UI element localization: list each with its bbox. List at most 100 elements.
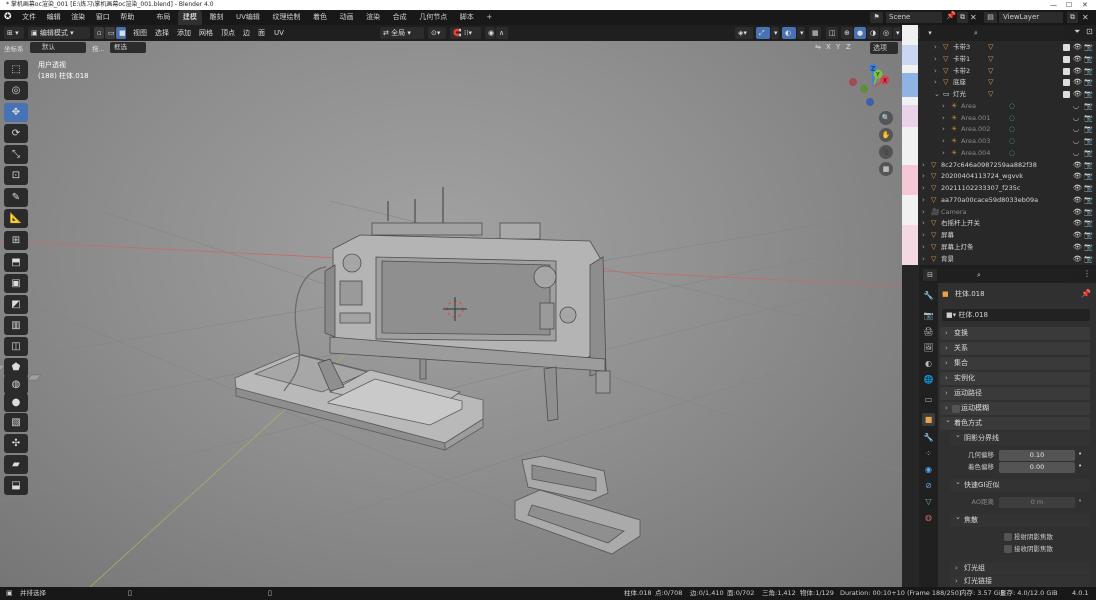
options-dropdown[interactable]: 选项 [870, 42, 898, 54]
constraints-tab-icon[interactable]: ⊘ [922, 479, 935, 492]
select-box-tool-icon[interactable]: ⬚ [4, 60, 28, 79]
menu-select[interactable]: 选择 [155, 27, 169, 39]
face-select-icon[interactable]: ■ [116, 27, 126, 39]
properties-search-input[interactable]: ⌕ [973, 269, 1073, 281]
exclude-checkbox[interactable] [1063, 79, 1070, 87]
render-camera-icon[interactable]: 📷 [1084, 183, 1093, 195]
measure-tool-icon[interactable]: 📐 [4, 209, 28, 228]
visibility-eye-icon[interactable]: 👁 [1073, 89, 1082, 101]
tab-rendering[interactable]: 渲染 [361, 10, 385, 25]
visibility-eye-icon[interactable]: ◡ [1073, 136, 1079, 148]
expand-arrow-icon[interactable]: › [922, 183, 925, 195]
collection-tab-icon[interactable]: ▭ [922, 393, 935, 406]
pin-icon[interactable]: 📌 [946, 11, 956, 20]
data-tab-icon[interactable]: ▽ [922, 495, 935, 508]
expand-arrow-icon[interactable]: › [942, 136, 945, 148]
vertex-select-icon[interactable]: ▫ [94, 27, 104, 39]
outliner-row[interactable]: › ☀ Area ◌ ◡ 📷 [902, 101, 1096, 113]
shading-wireframe-icon[interactable]: ⊕ [841, 27, 853, 39]
tab-compositing[interactable]: 合成 [388, 10, 412, 25]
outliner-row[interactable]: › ▽ 卡带2 ▽ 👁 📷 [902, 66, 1096, 78]
outliner-row[interactable]: › ▽ 屏幕 👁 📷 [902, 230, 1096, 242]
render-camera-icon[interactable]: 📷 [1084, 54, 1093, 66]
view-layer-tab-icon[interactable]: 🖼 [922, 341, 935, 354]
new-scene-icon[interactable]: ⧉ [957, 12, 968, 23]
render-camera-icon[interactable]: 📷 [1084, 66, 1093, 78]
render-camera-icon[interactable]: 📷 [1084, 77, 1093, 89]
render-camera-icon[interactable]: 📷 [1084, 89, 1093, 101]
mirror-icon[interactable]: ⇋ [815, 43, 823, 54]
outliner-row[interactable]: › ☀ Area.002 ◌ ◡ 📷 [902, 124, 1096, 136]
outliner-row[interactable]: › ☀ Area.001 ◌ ◡ 📷 [902, 113, 1096, 125]
panel-relations[interactable]: 关系 [940, 342, 1090, 355]
shear-tool-icon[interactable]: ▰ [4, 455, 28, 474]
tab-scripting[interactable]: 脚本 [455, 10, 479, 25]
expand-arrow-icon[interactable]: › [934, 77, 937, 89]
loop-cut-tool-icon[interactable]: ▥ [4, 316, 28, 335]
outliner-row[interactable]: › ▽ 背景 👁 📷 [902, 254, 1096, 266]
render-camera-icon[interactable]: 📷 [1084, 218, 1093, 230]
panel-collections[interactable]: 集合 [940, 357, 1090, 370]
outliner-row[interactable]: › ▽ 卡带1 ▽ 👁 📷 [902, 54, 1096, 66]
gizmo-dropdown-icon[interactable]: ▾ [771, 27, 779, 39]
scene-tab-icon[interactable]: ◐ [922, 357, 935, 370]
render-camera-icon[interactable]: 📷 [1084, 207, 1093, 219]
outliner-row[interactable]: › ▽ 底座 ▽ 👁 📷 [902, 77, 1096, 89]
tab-layout[interactable]: 布局 [151, 10, 175, 25]
subpanel-light-linking[interactable]: 灯光链接 [950, 576, 1090, 587]
subpanel-fast-gi[interactable]: 快速GI近似 [950, 476, 1090, 492]
visibility-eye-icon[interactable]: 👁 [1073, 54, 1082, 66]
expand-arrow-icon[interactable]: › [922, 195, 925, 207]
shading-offset-keyframe-icon[interactable]: • [1078, 462, 1082, 470]
expand-arrow-icon[interactable]: › [922, 160, 925, 172]
outliner-search-input[interactable]: ⌕ [970, 27, 1070, 39]
subpanel-shadow-terminator[interactable]: 阴影分界线 [950, 429, 1090, 445]
tab-shading[interactable]: 着色 [308, 10, 332, 25]
render-camera-icon[interactable]: 📷 [1084, 254, 1093, 266]
outliner-row[interactable]: ⌄ ▭ 灯光 ▽ 👁 📷 [902, 89, 1096, 101]
menu-view[interactable]: 视图 [133, 27, 147, 39]
snap-toggle-icon[interactable]: 🧲 [450, 27, 462, 39]
render-camera-icon[interactable]: 📷 [1084, 124, 1093, 136]
transform-tool-icon[interactable]: ⊡ [4, 166, 28, 185]
outliner-row[interactable]: › ▽ 8c27c646a0987259aa882f38 👁 📷 [902, 160, 1096, 172]
expand-arrow-icon[interactable]: › [922, 242, 925, 254]
blender-logo-icon[interactable]: ✪ [0, 10, 16, 25]
menu-file[interactable]: 文件 [18, 10, 40, 25]
scene-icon[interactable]: ⚑ [870, 12, 883, 23]
geometry-offset-keyframe-icon[interactable]: • [1078, 450, 1082, 458]
visibility-eye-icon[interactable]: 👁 [1073, 218, 1082, 230]
visibility-selectability-icon[interactable]: ◈▾ [735, 27, 753, 39]
spin-tool-icon[interactable]: ◍ [4, 375, 28, 394]
visibility-eye-icon[interactable]: 👁 [1073, 195, 1082, 207]
maximize-button[interactable]: ☐ [1066, 0, 1072, 10]
rotate-tool-icon[interactable]: ⟳ [4, 124, 28, 143]
scale-tool-icon[interactable]: ⤡ [4, 145, 28, 164]
tab-animation[interactable]: 动画 [335, 10, 359, 25]
visibility-eye-icon[interactable]: ◡ [1073, 124, 1079, 136]
axis-lock-y[interactable]: Y [836, 43, 840, 51]
ao-distance-keyframe-icon[interactable]: • [1078, 497, 1082, 505]
expand-arrow-icon[interactable]: › [922, 207, 925, 219]
smooth-tool-icon[interactable]: ● [4, 393, 28, 412]
menu-mesh[interactable]: 网格 [199, 27, 213, 39]
cast-caustics-checkbox[interactable] [1004, 533, 1012, 541]
expand-arrow-icon[interactable]: › [934, 66, 937, 78]
properties-editor-type-icon[interactable]: ⊟ [923, 269, 937, 281]
geometry-offset-field[interactable]: 0.10 [999, 450, 1075, 461]
zoom-icon[interactable]: 🔍 [879, 111, 893, 125]
visibility-eye-icon[interactable]: 👁 [1073, 207, 1082, 219]
visibility-eye-icon[interactable]: 👁 [1073, 171, 1082, 183]
camera-view-icon[interactable]: 🎥 [879, 145, 893, 159]
add-workspace-button[interactable]: + [481, 10, 497, 25]
menu-add[interactable]: 添加 [177, 27, 191, 39]
visibility-eye-icon[interactable]: ◡ [1073, 148, 1079, 160]
menu-edit[interactable]: 编辑 [43, 10, 65, 25]
motion-blur-checkbox[interactable] [952, 405, 960, 413]
world-tab-icon[interactable]: 🌐 [922, 373, 935, 386]
visibility-eye-icon[interactable]: 👁 [1073, 254, 1082, 266]
overlay-toggle-icon[interactable]: ◐ [782, 27, 796, 39]
outliner-row[interactable]: › ▽ 20200404113724_wgvvk 👁 📷 [902, 171, 1096, 183]
shading-material-icon[interactable]: ◑ [867, 27, 879, 39]
3d-viewport[interactable]: 用户透视 (188) 柱体.018 [0, 41, 902, 587]
